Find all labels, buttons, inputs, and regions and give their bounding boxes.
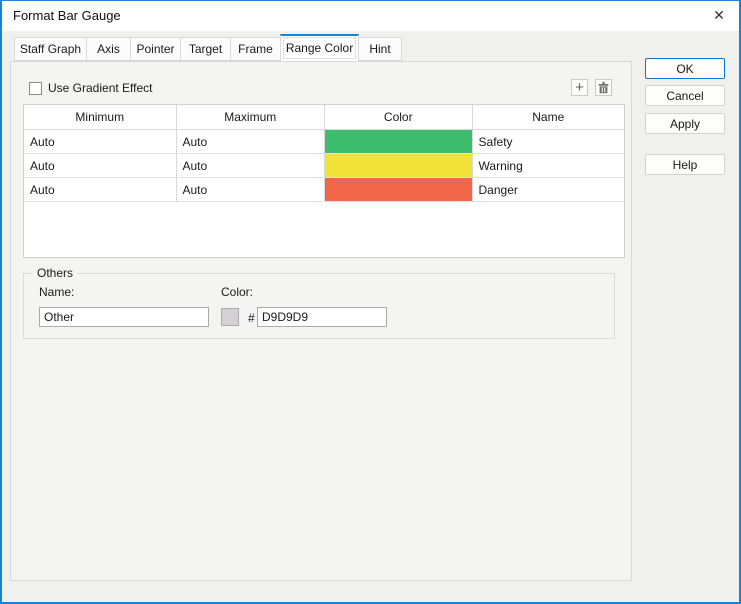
other-color-hex-input[interactable]: [257, 307, 387, 327]
use-gradient-effect-label: Use Gradient Effect: [48, 81, 153, 95]
delete-range-button[interactable]: [595, 79, 612, 96]
name-cell[interactable]: Danger: [473, 178, 625, 201]
header-maximum: Maximum: [177, 105, 325, 129]
others-groupbox: Others Name: Color: #: [23, 266, 615, 339]
other-name-input[interactable]: [39, 307, 209, 327]
tab-target[interactable]: Target: [180, 37, 231, 61]
range-color-table: Minimum Maximum Color Name Auto Auto Saf…: [23, 104, 625, 258]
format-bar-gauge-dialog: Format Bar Gauge ✕ Staff Graph Axis Poin…: [0, 0, 741, 604]
hex-prefix: #: [248, 311, 255, 325]
table-header-row: Minimum Maximum Color Name: [24, 105, 624, 130]
range-color-tab-panel: Use Gradient Effect + Minimum Maximum Co…: [10, 61, 632, 581]
color-cell[interactable]: [325, 154, 473, 177]
table-row-safety[interactable]: Auto Auto Safety: [24, 130, 624, 154]
maximum-cell[interactable]: Auto: [177, 178, 326, 201]
window-title: Format Bar Gauge: [13, 8, 121, 23]
header-minimum: Minimum: [24, 105, 177, 129]
close-icon[interactable]: ✕: [703, 1, 735, 29]
gradient-effect-row: Use Gradient Effect: [29, 81, 153, 95]
ok-button[interactable]: OK: [645, 58, 725, 79]
cancel-button[interactable]: Cancel: [645, 85, 725, 106]
add-range-button[interactable]: +: [571, 79, 588, 96]
color-cell[interactable]: [325, 130, 473, 153]
others-legend: Others: [33, 266, 78, 280]
header-name: Name: [532, 110, 565, 124]
color-swatch-danger[interactable]: [325, 178, 472, 201]
plus-icon: +: [575, 79, 584, 96]
maximum-cell[interactable]: Auto: [177, 130, 326, 153]
minimum-cell[interactable]: Auto: [24, 178, 177, 201]
tab-staff-graph[interactable]: Staff Graph: [14, 37, 87, 61]
table-row-danger[interactable]: Auto Auto Danger: [24, 178, 624, 202]
name-cell[interactable]: Warning: [473, 154, 625, 177]
header-color: Color: [325, 105, 473, 129]
use-gradient-effect-checkbox[interactable]: [29, 81, 42, 95]
trash-icon: [598, 81, 609, 94]
other-name-label: Name:: [39, 285, 75, 299]
tab-hint[interactable]: Hint: [358, 37, 402, 61]
minimum-cell[interactable]: Auto: [24, 154, 177, 177]
name-cell[interactable]: Safety: [473, 130, 625, 153]
color-swatch-warning[interactable]: [325, 154, 472, 177]
tab-range-color[interactable]: Range Color: [280, 34, 359, 62]
other-color-swatch[interactable]: [221, 308, 239, 326]
tab-axis[interactable]: Axis: [86, 37, 131, 61]
minimum-cell[interactable]: Auto: [24, 130, 177, 153]
help-button[interactable]: Help: [645, 154, 725, 175]
tab-frame[interactable]: Frame: [230, 37, 281, 61]
table-row-warning[interactable]: Auto Auto Warning: [24, 154, 624, 178]
color-swatch-safety[interactable]: [325, 130, 472, 153]
title-bar: Format Bar Gauge ✕: [2, 1, 739, 31]
color-cell[interactable]: [325, 178, 473, 201]
other-color-label: Color:: [221, 285, 254, 299]
tab-pointer[interactable]: Pointer: [130, 37, 181, 61]
maximum-cell[interactable]: Auto: [177, 154, 326, 177]
apply-button[interactable]: Apply: [645, 113, 725, 134]
